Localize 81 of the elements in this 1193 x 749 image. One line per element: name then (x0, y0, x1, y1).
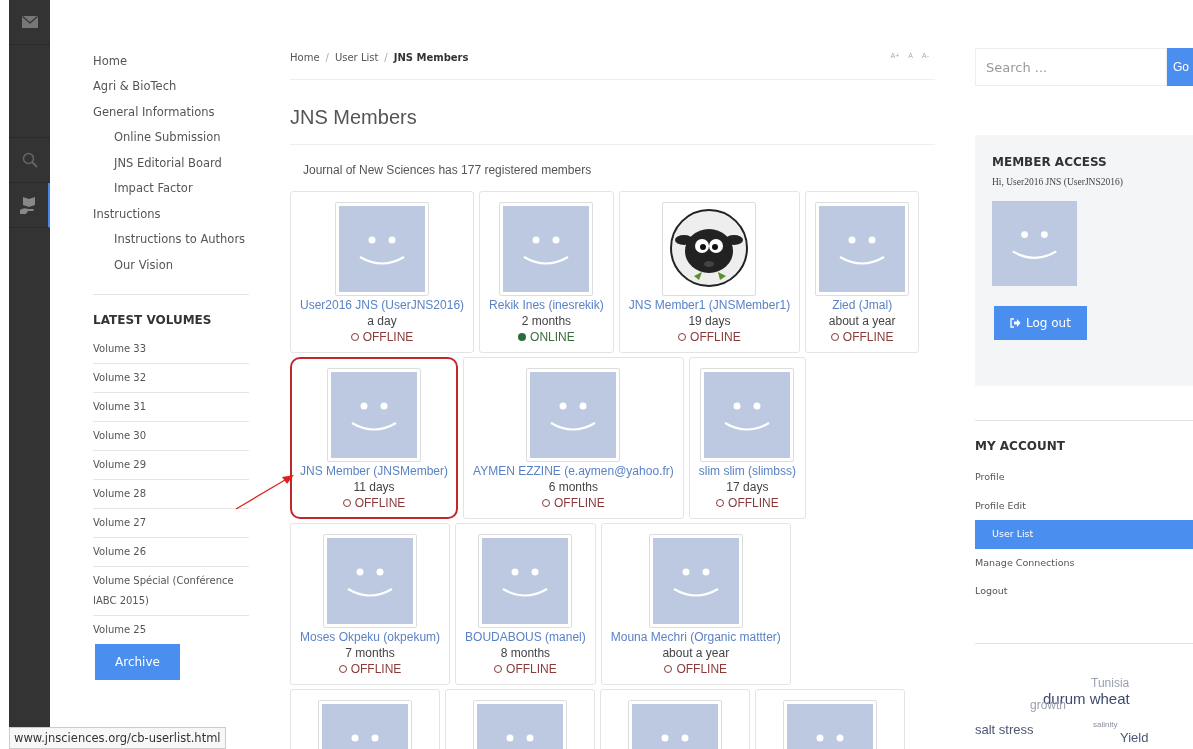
breadcrumb-current: JNS Members (393, 52, 469, 63)
status-text: OFFLINE (354, 495, 406, 511)
nav-link[interactable]: Agri & BioTech (93, 79, 177, 94)
member-count-text: Journal of New Sciences has 177 registered members (302, 162, 593, 179)
avatar-smiley[interactable] (704, 372, 791, 458)
volume-link[interactable]: Volume 25 (93, 619, 249, 640)
last-seen-text: 11 days (353, 479, 395, 495)
status-text: OFFLINE (676, 661, 728, 677)
member-name-link[interactable]: Mouna Mechri (Organic mattter) (610, 629, 781, 645)
last-seen-text: a day (367, 313, 397, 329)
avatar-smiley[interactable] (327, 538, 414, 624)
account-menu-item[interactable]: Logout (975, 577, 1193, 606)
sign-out-icon (1010, 318, 1021, 328)
avatar-smiley[interactable] (652, 538, 739, 624)
nav-link[interactable]: Instructions to Authors (114, 232, 246, 247)
last-seen-text: 2 months (521, 313, 572, 329)
member-name-link[interactable]: JNS Member (JNSMember) (300, 463, 449, 479)
member-name-link[interactable]: User2016 JNS (UserJNS2016) (300, 297, 465, 313)
avatar-smiley[interactable] (482, 538, 569, 624)
member-name-link[interactable]: Zied (Jmal) (832, 297, 893, 313)
last-seen-text: about a year (662, 645, 730, 661)
tag-link[interactable]: Yield (1120, 729, 1149, 745)
nav-link[interactable]: Our Vision (114, 257, 174, 272)
tag-link[interactable]: salt stress (975, 721, 1034, 737)
breadcrumb-link[interactable]: Home (290, 52, 320, 63)
last-seen-text: 7 months (345, 645, 395, 661)
status-text: OFFLINE (842, 329, 894, 345)
last-seen-text: 6 months (548, 479, 599, 495)
avatar-smiley[interactable] (819, 206, 906, 292)
avatar-smiley[interactable] (331, 372, 417, 458)
volume-link[interactable]: Volume 32 (93, 367, 249, 388)
status-url-tooltip: www.jnsciences.org/cb-userlist.html (9, 727, 226, 749)
member-access-heading: MEMBER ACCESS (992, 155, 1108, 169)
member-name-link[interactable]: AYMEN EZZINE (e.aymen@yahoo.fr) (473, 463, 674, 479)
account-menu-item[interactable]: Profile (975, 463, 1193, 492)
greeting-text: Hi, User2016 JNS (UserJNS2016) (992, 177, 1124, 187)
member-name-link[interactable]: Rekik Ines (inesrekik) (489, 297, 604, 313)
avatar-smiley[interactable] (530, 372, 617, 458)
envelope-icon[interactable] (21, 16, 38, 28)
avatar-smiley[interactable] (503, 206, 590, 292)
member-name-link[interactable]: BOUDABOUS (manel) (465, 629, 586, 645)
volume-link[interactable]: Volume 27 (93, 512, 249, 533)
status-text: ONLINE (530, 329, 575, 345)
nav-link[interactable]: Impact Factor (114, 181, 193, 196)
status-text: OFFLINE (554, 495, 605, 511)
volume-link[interactable]: Volume 26 (93, 541, 249, 562)
status-text: OFFLINE (728, 495, 779, 511)
breadcrumb-link[interactable]: User List (334, 52, 379, 63)
account-menu-item[interactable]: Profile Edit (975, 491, 1193, 520)
last-seen-text: 17 days (726, 479, 769, 495)
volume-link[interactable]: Volume Spécial (Conférence IABC 2015) (93, 570, 249, 611)
page-title: JNS Members (290, 80, 935, 145)
search-icon[interactable] (21, 152, 38, 168)
account-menu-item[interactable]: Manage Connections (975, 548, 1193, 577)
breadcrumb-separator: / (384, 52, 388, 63)
nav-link[interactable]: Online Submission (114, 130, 221, 145)
breadcrumb-separator: / (325, 52, 329, 63)
member-name-link[interactable]: JNS Member1 (JNSMember1) (628, 297, 791, 313)
volume-link[interactable]: Volume 31 (93, 396, 249, 417)
volume-link[interactable]: Volume 33 (93, 338, 249, 359)
search-field[interactable]: Search ... (975, 48, 1167, 86)
status-text: OFFLINE (362, 329, 414, 345)
member-name-link[interactable]: slim slim (slimbss) (698, 463, 797, 479)
last-seen-text: about a year (828, 313, 896, 329)
nav-link[interactable]: General Informations (93, 104, 215, 119)
avatar-smiley[interactable] (339, 206, 426, 292)
status-text: OFFLINE (690, 329, 741, 345)
latest-volumes-heading: LATEST VOLUMES (93, 312, 213, 327)
nav-link[interactable]: Instructions (93, 206, 161, 221)
last-seen-text: 19 days (688, 313, 731, 329)
annotation-arrow (235, 474, 295, 510)
last-seen-text: 8 months (500, 645, 551, 661)
volume-link[interactable]: Volume 29 (93, 454, 249, 475)
volume-link[interactable]: Volume 28 (93, 483, 249, 504)
member-name-link[interactable]: Moses Okpeku (okpekum) (300, 629, 441, 645)
nav-link[interactable]: JNS Editorial Board (114, 155, 222, 170)
my-account-heading: MY ACCOUNT (975, 439, 1066, 453)
status-text: OFFLINE (506, 661, 557, 677)
volume-link[interactable]: Volume 30 (93, 425, 249, 446)
nav-link[interactable]: Home (93, 53, 127, 68)
status-text: OFFLINE (350, 661, 402, 677)
